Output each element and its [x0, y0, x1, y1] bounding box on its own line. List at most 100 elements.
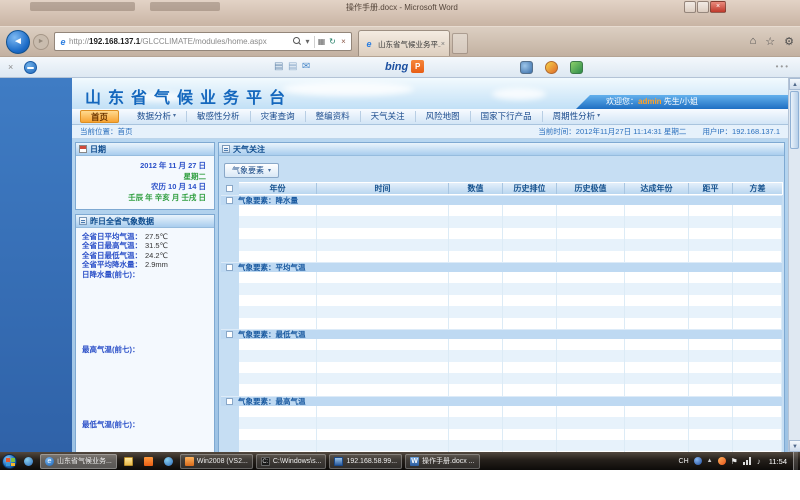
weather-table: 年份 时间 数值 历史排位 历史极值 达成年份 距平 方差: [221, 182, 782, 452]
taskbar-word-button[interactable]: W 操作手册.docx ...: [405, 454, 480, 469]
start-button[interactable]: [2, 454, 17, 469]
toolbar-close-icon[interactable]: ×: [8, 62, 13, 72]
dropdown-icon[interactable]: ▾: [302, 37, 313, 46]
divider: [314, 36, 315, 48]
rank-item: [82, 307, 214, 316]
network-icon[interactable]: [743, 457, 752, 465]
volume-icon[interactable]: ♪: [757, 457, 761, 466]
bing-badge-icon[interactable]: P: [411, 60, 424, 73]
folder-icon: [124, 457, 133, 466]
menu-item-weather-watch[interactable]: 天气关注: [361, 111, 416, 122]
taskbar-rdp-button[interactable]: 192.168.58.99...: [329, 454, 402, 469]
taskbar-player-icon[interactable]: [160, 454, 177, 469]
overflow-dots-icon[interactable]: •••: [776, 62, 790, 71]
stop-icon[interactable]: ×: [338, 37, 349, 46]
extension-icon[interactable]: [570, 61, 583, 74]
vertical-scrollbar[interactable]: ▲ ▼: [788, 78, 800, 452]
extension-icon[interactable]: [520, 61, 533, 74]
language-indicator[interactable]: CH: [679, 458, 689, 465]
screen: 操作手册.docx - Microsoft Word × ◄ ► e http:…: [0, 0, 800, 500]
action-center-flag-icon[interactable]: ⚑: [731, 457, 738, 466]
taskbar-media-icon[interactable]: [20, 454, 37, 469]
rank-item: [82, 326, 214, 335]
cards-icon[interactable]: ▤: [274, 61, 283, 72]
menu-item-periodic-analysis[interactable]: 周期性分析▾: [543, 111, 611, 122]
minimize-button[interactable]: [684, 1, 696, 13]
menu-item-risk-map[interactable]: 风险地图: [416, 111, 471, 122]
menu-item-sensitivity[interactable]: 敏感性分析: [187, 111, 251, 122]
maximize-button[interactable]: [697, 1, 709, 13]
rank-item: [82, 279, 214, 288]
section-checkbox[interactable]: [226, 197, 233, 204]
rank-item: [82, 298, 214, 307]
scroll-down-icon[interactable]: ▼: [789, 440, 800, 452]
menu-item-disaster-query[interactable]: 灾害查询: [251, 111, 306, 122]
tray-orange-icon[interactable]: [718, 457, 726, 465]
table-row: [221, 417, 782, 428]
page-content: 山东省气候业务平台 欢迎您：admin 先生/小姐 首页 数据分析▾ 敏感性分析…: [72, 78, 788, 452]
table-row: [221, 350, 782, 361]
tray-app-icon[interactable]: [694, 457, 702, 465]
url-text: http://192.168.137.1/GLCCLIMATE/modules/…: [69, 37, 291, 46]
stat-group: 最高气温(前七)：: [82, 345, 214, 420]
bing-logo[interactable]: bing: [385, 61, 408, 73]
taskbar: e 山东省气候业务... Win2008 (VS2... C: C:\Windo…: [0, 452, 800, 470]
cards-icon[interactable]: ▤: [288, 61, 297, 72]
select-all-checkbox[interactable]: [226, 185, 233, 192]
home-icon[interactable]: ⌂: [750, 35, 757, 48]
vm-icon: [185, 457, 194, 466]
table-row: [221, 373, 782, 384]
address-bar[interactable]: e http://192.168.137.1/GLCCLIMATE/module…: [54, 32, 352, 51]
cloud-decoration: [282, 82, 414, 96]
taskbar-vm-button[interactable]: Win2008 (VS2...: [180, 454, 253, 469]
taskbar-cmd-button[interactable]: C: C:\Windows\s...: [256, 454, 327, 469]
tools-gear-icon[interactable]: ⚙: [784, 35, 794, 48]
browser-window: ◄ ► e http://192.168.137.1/GLCCLIMATE/mo…: [0, 26, 800, 452]
helper-circle-icon[interactable]: [24, 61, 37, 74]
rank-item: [82, 430, 214, 439]
taskbar-explorer-icon[interactable]: [120, 454, 137, 469]
section-header-row: 气象要素：最低气温: [221, 329, 782, 339]
table-section: 气象要素：最高气温: [221, 396, 782, 452]
menu-item-home[interactable]: 首页: [80, 110, 119, 123]
compatibility-icon[interactable]: ▦: [316, 37, 327, 46]
calendar-date: 2012 年 11 月 27 日: [84, 161, 206, 172]
tab-title: 山东省气候业务平...: [378, 39, 441, 50]
table-row: [221, 440, 782, 451]
section-header-row: 气象要素：最高气温: [221, 396, 782, 406]
scrollbar-thumb[interactable]: [790, 91, 799, 149]
scroll-up-icon[interactable]: ▲: [789, 78, 800, 90]
app-icon: [144, 457, 153, 466]
taskbar-clock[interactable]: 11:54: [769, 457, 787, 466]
screenshot-padding: [0, 470, 800, 500]
search-icon[interactable]: [291, 36, 302, 47]
taskbar-ie-button[interactable]: e 山东省气候业务...: [40, 454, 117, 469]
menu-item-downlink-products[interactable]: 国家下行产品: [471, 111, 543, 122]
browser-toolbar: × ▤ ▤ ✉ bing P •••: [0, 56, 800, 78]
refresh-icon[interactable]: ↻: [327, 37, 338, 46]
section-checkbox[interactable]: [226, 398, 233, 405]
username: admin: [638, 97, 662, 106]
taskbar-app-icon[interactable]: [140, 454, 157, 469]
yesterday-panel-header: 昨日全省气象数据: [76, 215, 214, 228]
menu-item-data-analysis[interactable]: 数据分析▾: [127, 111, 187, 122]
show-desktop-button[interactable]: [793, 452, 798, 470]
table-row: [221, 272, 782, 283]
browser-tab[interactable]: e 山东省气候业务平... ×: [358, 30, 450, 57]
extension-icon[interactable]: [545, 61, 558, 74]
tray-expand-icon[interactable]: ▲: [707, 458, 713, 464]
element-select-button[interactable]: 气象要素 ▾: [224, 163, 279, 178]
menu-item-compiled-data[interactable]: 整编资料: [306, 111, 361, 122]
tab-close-icon[interactable]: ×: [441, 41, 445, 48]
stat-group-heading: 最高气温(前七)：: [82, 345, 214, 354]
new-tab-button[interactable]: [452, 33, 468, 54]
close-button[interactable]: ×: [710, 1, 726, 13]
main-menu: 首页 数据分析▾ 敏感性分析 灾害查询 整编资料 天气关注 风险地图 国家下行产…: [72, 109, 788, 125]
envelope-icon[interactable]: ✉: [302, 61, 310, 72]
forward-button[interactable]: ►: [33, 34, 49, 50]
favorites-star-icon[interactable]: ☆: [765, 35, 775, 48]
section-checkbox[interactable]: [226, 331, 233, 338]
section-checkbox[interactable]: [226, 264, 233, 271]
chevron-down-icon: ▾: [173, 111, 176, 122]
back-button[interactable]: ◄: [6, 30, 30, 54]
